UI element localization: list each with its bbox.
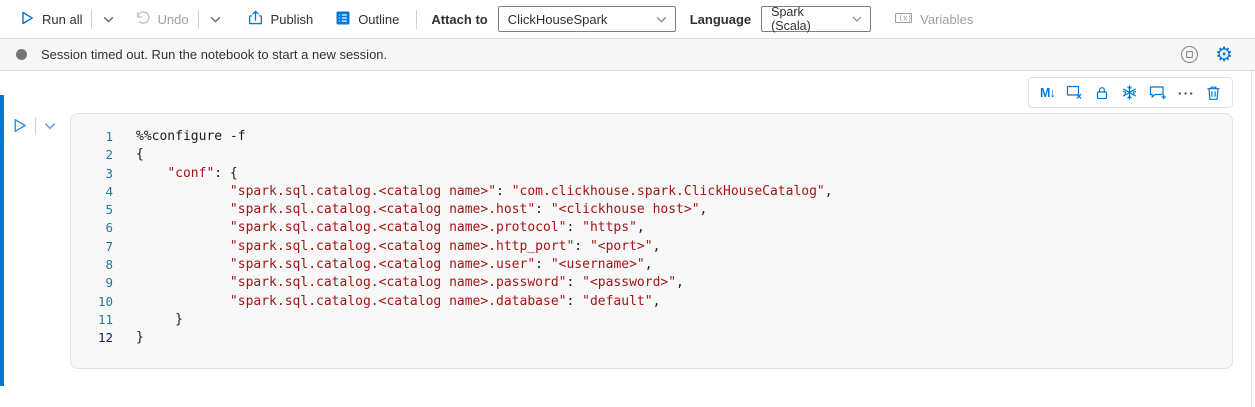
divider [35,118,36,134]
code-line[interactable]: 10 "spark.sql.catalog.<catalog name>.dat… [71,293,1232,311]
code-text: "spark.sql.catalog.<catalog name>.databa… [136,293,660,311]
line-number: 11 [71,311,113,329]
undo-dropdown-chevron[interactable] [199,6,232,32]
code-text: "spark.sql.catalog.<catalog name>.http_p… [136,238,660,256]
clear-output-button[interactable] [1066,84,1083,101]
outline-button[interactable]: Outline [326,6,408,32]
session-status-message: Session timed out. Run the notebook to s… [41,47,387,62]
code-text: } [136,311,183,329]
code-text: "spark.sql.catalog.<catalog name>.passwo… [136,274,684,292]
code-line[interactable]: 4 "spark.sql.catalog.<catalog name>": "c… [71,183,1232,201]
publish-icon [247,9,264,29]
convert-to-markdown-button[interactable]: M↓ [1040,86,1055,100]
scrollbar-track[interactable] [1251,71,1252,407]
outline-label: Outline [358,12,399,27]
code-text: "conf": { [136,165,238,183]
run-all-dropdown-chevron[interactable] [92,6,125,32]
code-cell[interactable]: 1%%configure -f2{3 "conf": {4 "spark.sql… [70,113,1233,369]
session-status-bar: Session timed out. Run the notebook to s… [0,38,1255,71]
attach-to-value: ClickHouseSpark [508,12,608,27]
line-number: 9 [71,274,113,292]
attach-to-select[interactable]: ClickHouseSpark [498,6,676,32]
svg-text:(x): (x) [899,13,913,22]
undo-icon [134,10,150,29]
code-text: "spark.sql.catalog.<catalog name>": "com… [136,183,833,201]
session-settings-gear-icon[interactable]: ⚙ [1215,45,1233,65]
cell-toolbar: M↓ ··· [1028,77,1233,108]
code-line[interactable]: 8 "spark.sql.catalog.<catalog name>.user… [71,256,1232,274]
code-line[interactable]: 2{ [71,146,1232,164]
line-number: 7 [71,238,113,256]
code-text: "spark.sql.catalog.<catalog name>.user":… [136,256,653,274]
code-line[interactable]: 12} [71,329,1232,347]
line-number: 3 [71,165,113,183]
more-actions-button[interactable]: ··· [1178,85,1195,101]
run-all-label: Run all [42,12,82,27]
undo-label: Undo [157,12,188,27]
lock-cell-button[interactable] [1094,85,1110,101]
code-text: "spark.sql.catalog.<catalog name>.host":… [136,201,707,219]
code-area: 1%%configure -f2{3 "conf": {4 "spark.sql… [71,128,1232,348]
line-number: 12 [71,329,113,347]
run-cell-button[interactable] [11,117,28,134]
code-line[interactable]: 9 "spark.sql.catalog.<catalog name>.pass… [71,274,1232,292]
code-text: %%configure -f [136,128,246,146]
cell-selection-accent-bar [0,95,4,386]
line-number: 6 [71,219,113,237]
notebook-main-area: M↓ ··· 1%%configure -f2{3 "conf": {4 [0,71,1255,407]
collapse-cell-chevron[interactable] [43,119,57,133]
line-number: 10 [71,293,113,311]
code-text: } [136,329,144,347]
variables-button[interactable]: (x) Variables [885,6,982,32]
code-line[interactable]: 5 "spark.sql.catalog.<catalog name>.host… [71,201,1232,219]
session-status-dot [16,49,27,60]
outline-icon [335,10,351,29]
code-text: "spark.sql.catalog.<catalog name>.protoc… [136,219,645,237]
toolbar-separator [416,10,417,29]
freeze-cell-snowflake-button[interactable] [1121,84,1138,101]
line-number: 8 [71,256,113,274]
variables-label: Variables [920,12,973,27]
stop-session-button[interactable] [1180,45,1199,64]
chevron-down-icon [655,13,668,26]
undo-button[interactable]: Undo [125,6,197,32]
attach-to-label: Attach to [431,12,487,27]
code-line[interactable]: 6 "spark.sql.catalog.<catalog name>.prot… [71,219,1232,237]
publish-button[interactable]: Publish [238,6,323,32]
language-value: Spark (Scala) [771,5,843,33]
line-number: 2 [71,146,113,164]
play-icon [19,10,35,29]
line-number: 5 [71,201,113,219]
run-all-button[interactable]: Run all [10,6,91,32]
line-number: 4 [71,183,113,201]
code-line[interactable]: 3 "conf": { [71,165,1232,183]
language-label: Language [690,12,751,27]
cell-run-controls [11,117,57,134]
notebook-command-bar: Run all Undo Publish Outline Attach to C… [0,0,1255,38]
delete-cell-trash-button[interactable] [1206,85,1221,101]
language-select[interactable]: Spark (Scala) [761,6,871,32]
variables-icon: (x) [894,10,913,29]
code-text: { [136,146,144,164]
code-line[interactable]: 11 } [71,311,1232,329]
publish-label: Publish [271,12,314,27]
chevron-down-icon [851,13,863,25]
add-comment-button[interactable] [1149,84,1167,101]
line-number: 1 [71,128,113,146]
code-line[interactable]: 1 %%configure -f [71,128,1232,146]
code-line[interactable]: 7 "spark.sql.catalog.<catalog name>.http… [71,238,1232,256]
